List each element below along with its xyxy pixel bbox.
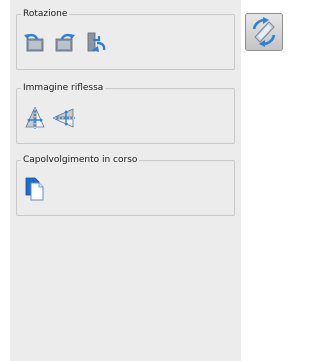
- rotate-object-icon: [252, 17, 276, 47]
- mirror-group: Immagine riflessa: [16, 83, 235, 144]
- rotate-free-button[interactable]: [84, 30, 108, 54]
- flip-page-button[interactable]: [23, 177, 47, 201]
- flip-group-title: Capolvolgimento in corso: [21, 155, 140, 166]
- mirror-vertical-icon: [53, 108, 75, 128]
- rotate-left-icon: [24, 33, 44, 52]
- flip-page-icon: [25, 177, 44, 201]
- mirror-horizontal-button[interactable]: [23, 106, 47, 130]
- rotation-group-title: Rotazione: [21, 9, 70, 20]
- rotate-left-button[interactable]: [22, 30, 46, 54]
- flip-group: Capolvolgimento in corso: [16, 155, 235, 216]
- mirror-horizontal-icon: [25, 107, 45, 129]
- rotate-object-button[interactable]: [245, 13, 283, 51]
- rotate-free-icon: [87, 32, 106, 52]
- mirror-vertical-button[interactable]: [52, 106, 76, 130]
- rotate-right-icon: [55, 33, 75, 52]
- transform-panel: Rotazione Immagine riflessa Capolvolgime…: [10, 0, 241, 361]
- mirror-group-title: Immagine riflessa: [21, 83, 106, 94]
- rotation-group: Rotazione: [16, 9, 235, 70]
- rotate-right-button[interactable]: [53, 30, 77, 54]
